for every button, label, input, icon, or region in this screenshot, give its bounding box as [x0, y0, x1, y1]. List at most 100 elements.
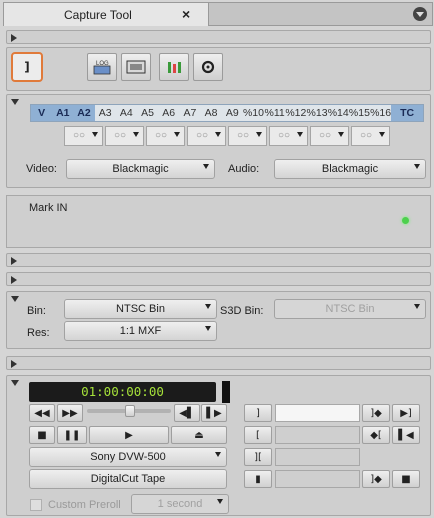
- chevron-down-icon: [133, 132, 139, 137]
- channel-combiner[interactable]: ○○: [351, 126, 390, 146]
- position-field[interactable]: [275, 470, 360, 488]
- tape-name-button[interactable]: DigitalCut Tape: [29, 469, 227, 489]
- channel-combiner[interactable]: ○○: [105, 126, 144, 146]
- chevron-down-icon: [92, 132, 98, 137]
- tab-capture-tool[interactable]: Capture Tool ×: [4, 3, 209, 26]
- duration-field[interactable]: [275, 448, 360, 466]
- track-V[interactable]: V: [31, 105, 53, 121]
- duration-button[interactable]: ][: [244, 448, 272, 466]
- settings-button[interactable]: [193, 53, 223, 81]
- track-A4[interactable]: A4: [116, 105, 137, 121]
- track-A9[interactable]: A9: [222, 105, 243, 121]
- track-A6[interactable]: A6: [158, 105, 179, 121]
- track-A7[interactable]: A7: [179, 105, 200, 121]
- play-button[interactable]: ▶: [89, 426, 169, 444]
- collapsed-section-3[interactable]: [6, 272, 431, 286]
- track-TC[interactable]: TC: [391, 105, 423, 121]
- track-A3[interactable]: A3: [95, 105, 116, 121]
- mark-out-extra-button[interactable]: ▌◀: [392, 426, 420, 444]
- track-A1[interactable]: A1: [52, 105, 74, 121]
- collapsed-section-2[interactable]: [6, 253, 431, 267]
- collapsed-section-4[interactable]: [6, 356, 431, 370]
- expand-triangle-icon[interactable]: [11, 257, 17, 265]
- chevron-down-icon: [205, 326, 211, 331]
- channel-combiner[interactable]: ○○: [146, 126, 185, 146]
- capture-mode-button[interactable]: [121, 53, 151, 81]
- track-A13[interactable]: %13: [306, 105, 328, 121]
- collapsed-section-1[interactable]: [6, 30, 431, 44]
- shuttle-slider-handle[interactable]: [125, 405, 135, 417]
- bin-select[interactable]: NTSC Bin: [64, 299, 217, 319]
- deck-select[interactable]: Sony DVW-500: [29, 447, 227, 467]
- audio-channel-combiners: ○○ ○○ ○○ ○○ ○○ ○○ ○○ ○○: [64, 126, 390, 146]
- title-bar: Capture Tool ×: [3, 2, 433, 26]
- channel-combiner[interactable]: ○○: [64, 126, 103, 146]
- close-icon[interactable]: ×: [182, 6, 190, 22]
- preroll-select[interactable]: 1 second: [131, 494, 229, 514]
- channel-combiner[interactable]: ○○: [228, 126, 267, 146]
- mark-in-field[interactable]: [275, 404, 360, 422]
- track-A16[interactable]: %16: [370, 105, 391, 121]
- track-selector: V A1 A2 A3 A4 A5 A6 A7 A8 A9 %10 %11 %12…: [30, 104, 424, 122]
- go-to-mark-in-button[interactable]: ]◆: [362, 404, 390, 422]
- track-A15[interactable]: %15: [349, 105, 370, 121]
- chevron-down-icon: [203, 164, 209, 169]
- track-A10[interactable]: %10: [243, 105, 264, 121]
- bracket-toggle-button[interactable]: ]: [11, 52, 43, 82]
- chevron-down-icon: [205, 304, 211, 309]
- channel-combiner[interactable]: ○○: [187, 126, 226, 146]
- status-led-icon: [402, 217, 409, 224]
- track-A11[interactable]: %11: [264, 105, 285, 121]
- go-to-position-button[interactable]: ]◆: [362, 470, 390, 488]
- collapse-triangle-icon[interactable]: [11, 99, 19, 105]
- log-mode-button[interactable]: LOG: [87, 53, 117, 81]
- mark-out-field[interactable]: [275, 426, 360, 444]
- log-label: LOG: [96, 61, 109, 67]
- audio-source-select[interactable]: Blackmagic: [274, 159, 426, 179]
- mark-in-button[interactable]: ]: [244, 404, 272, 422]
- collapse-triangle-icon[interactable]: [11, 380, 19, 386]
- expand-triangle-icon[interactable]: [11, 34, 17, 42]
- go-to-mark-out-button[interactable]: ◆[: [362, 426, 390, 444]
- fast-forward-button[interactable]: ▶▶: [57, 404, 83, 422]
- stop-button[interactable]: ■: [29, 426, 55, 444]
- custom-preroll-checkbox[interactable]: [30, 499, 42, 511]
- video-source-select[interactable]: Blackmagic: [66, 159, 215, 179]
- track-A2[interactable]: A2: [73, 105, 95, 121]
- step-back-button[interactable]: ◀▌: [174, 404, 200, 422]
- chevron-down-icon: [297, 132, 303, 137]
- timecode-display: 01:00:00:00: [29, 382, 216, 402]
- mark-in-panel: Mark IN: [6, 195, 431, 248]
- channel-combiner[interactable]: ○○: [310, 126, 349, 146]
- stop-square-button[interactable]: ■: [392, 470, 420, 488]
- position-button[interactable]: ▮: [244, 470, 272, 488]
- eject-button[interactable]: ⏏: [171, 426, 227, 444]
- expand-triangle-icon[interactable]: [11, 276, 17, 284]
- settings-icon: [201, 60, 215, 74]
- mark-in-label: Mark IN: [29, 202, 68, 214]
- track-A8[interactable]: A8: [201, 105, 222, 121]
- audio-meters-button[interactable]: [159, 53, 189, 81]
- resolution-select[interactable]: 1:1 MXF: [64, 321, 217, 341]
- chevron-down-icon: [338, 132, 344, 137]
- res-label: Res:: [27, 327, 50, 339]
- bin-label: Bin:: [27, 305, 46, 317]
- chevron-down-icon: [215, 452, 221, 457]
- expand-triangle-icon[interactable]: [11, 360, 17, 368]
- chevron-down-icon: [215, 132, 221, 137]
- chevron-down-icon: [414, 304, 420, 309]
- mark-in-extra-button[interactable]: ▶]: [392, 404, 420, 422]
- track-A14[interactable]: %14: [328, 105, 349, 121]
- s3d-bin-select[interactable]: NTSC Bin: [274, 299, 426, 319]
- chevron-down-icon: [174, 132, 180, 137]
- step-forward-button[interactable]: ▌▶: [201, 404, 227, 422]
- mark-out-button[interactable]: [: [244, 426, 272, 444]
- pause-button[interactable]: ❚❚: [57, 426, 87, 444]
- collapse-triangle-icon[interactable]: [11, 296, 19, 302]
- panel-menu-icon[interactable]: [413, 7, 427, 21]
- track-A12[interactable]: %12: [285, 105, 306, 121]
- track-A5[interactable]: A5: [137, 105, 158, 121]
- channel-combiner[interactable]: ○○: [269, 126, 308, 146]
- rewind-button[interactable]: ◀◀: [29, 404, 55, 422]
- chevron-down-icon: [379, 132, 385, 137]
